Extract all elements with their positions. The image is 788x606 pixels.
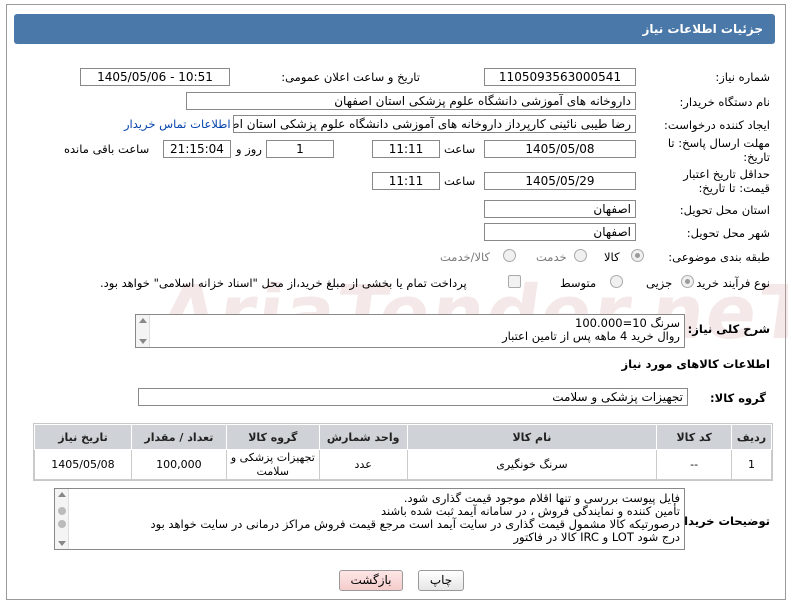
items-table: ردیف کد کالا نام کالا واحد شمارش گروه کا… [34, 424, 772, 480]
goods-group-label: گروه کالا: [710, 391, 766, 405]
treasury-note: پرداخت تمام یا بخشی از مبلغ خرید،از محل … [100, 276, 467, 290]
scroll-up-icon[interactable] [58, 492, 66, 497]
col-code: کد کالا [656, 424, 733, 450]
remaining-time-field[interactable]: 21:15:04 [163, 140, 231, 158]
category-radio-goods-service[interactable] [503, 249, 516, 262]
province-label: استان محل تحویل: [679, 203, 770, 217]
cell-group: تجهیزات پزشکی و سلامت [225, 449, 320, 480]
category-option-goods-service: کالا/خدمت [440, 250, 491, 264]
category-option-goods: کالا [604, 250, 620, 264]
city-field[interactable]: اصفهان [484, 223, 636, 241]
creator-label: ایجاد کننده درخواست: [664, 118, 770, 132]
process-radio-medium[interactable] [610, 275, 623, 288]
reply-time-label: ساعت [444, 142, 476, 156]
reply-time-field[interactable]: 11:11 [372, 140, 440, 158]
category-radio-service[interactable] [574, 249, 587, 262]
description-textarea[interactable]: سرنگ 10=100.000 روال خرید 4 ماهه پس از ت… [135, 314, 685, 348]
table-row[interactable]: 1 -- سرنگ خونگیری عدد تجهیزات پزشکی و سل… [34, 449, 772, 480]
scroll-up-icon[interactable] [139, 318, 147, 323]
reply-deadline-label: مهلت ارسال پاسخ: تا تاریخ: [667, 136, 770, 164]
col-quantity: تعداد / مقدار [130, 424, 227, 450]
cell-date: 1405/05/08 [34, 449, 132, 480]
buyer-notes-textarea[interactable]: فایل پیوست بررسی و تنها اقلام موجود قیمت… [54, 488, 685, 550]
category-label: طبقه بندی موضوعی: [668, 250, 770, 264]
col-unit: واحد شمارش [318, 424, 408, 450]
buyer-notes-label: توضیحات خریدار: [672, 514, 770, 528]
creator-field[interactable]: رضا طیبی نائینی کارپرداز داروخانه های آم… [233, 115, 636, 133]
buyer-org-field[interactable]: داروخانه های آموزشی دانشگاه علوم پزشکی ا… [186, 92, 636, 110]
announce-field[interactable]: 1405/05/06 - 10:51 [80, 68, 230, 86]
cell-quantity: 100,000 [130, 449, 227, 480]
scroll-thumb-icon[interactable] [58, 507, 66, 515]
print-button[interactable]: چاپ [418, 570, 464, 591]
cell-code: -- [656, 449, 733, 480]
page-title: جزئیات اطلاعات نیاز [642, 22, 763, 36]
scroll-down-icon[interactable] [139, 339, 147, 344]
goods-info-title: اطلاعات کالاهای مورد نیاز [621, 357, 770, 371]
cell-name: سرنگ خونگیری [406, 449, 658, 480]
back-button[interactable]: بازگشت [339, 570, 403, 591]
description-label: شرح کلی نیاز: [687, 322, 770, 336]
need-number-label: شماره نیاز: [715, 70, 770, 84]
col-name: نام کالا [406, 424, 658, 450]
category-radio-goods[interactable] [631, 249, 644, 262]
col-group: گروه کالا [225, 424, 320, 450]
reply-days-field[interactable]: 1 [266, 140, 334, 158]
contact-buyer-link[interactable]: اطلاعات تماس خریدار [124, 117, 231, 131]
description-scrollbar[interactable] [136, 315, 150, 347]
scroll-thumb-icon[interactable] [58, 520, 66, 528]
table-header-row: ردیف کد کالا نام کالا واحد شمارش گروه کا… [34, 424, 772, 450]
scroll-down-icon[interactable] [58, 541, 66, 546]
remaining-label: ساعت باقی مانده [64, 142, 150, 156]
price-time-field[interactable]: 11:11 [372, 172, 440, 190]
cell-row: 1 [731, 449, 772, 480]
notes-scrollbar[interactable] [55, 489, 69, 549]
goods-group-field[interactable]: تجهیزات پزشکی و سلامت [138, 388, 688, 406]
col-row: ردیف [731, 424, 772, 450]
col-date: تاریخ نیاز [34, 424, 132, 450]
province-field[interactable]: اصفهان [484, 200, 636, 218]
notes-line: درج شود LOT و IRC کالا در فاکتور [513, 530, 680, 544]
price-date-field[interactable]: 1405/05/29 [484, 172, 636, 190]
city-label: شهر محل تحویل: [686, 226, 770, 240]
category-option-service: خدمت [536, 250, 567, 264]
cell-unit: عدد [318, 449, 408, 480]
treasury-checkbox[interactable] [508, 275, 521, 288]
need-number-field[interactable]: 1105093563000541 [484, 68, 636, 86]
price-deadline-label: حداقل تاریخ اعتبار قیمت: تا تاریخ: [683, 167, 770, 195]
description-line: روال خرید 4 ماهه پس از تامین اعتبار [502, 329, 680, 343]
process-radio-minor[interactable] [681, 275, 694, 288]
days-label: روز و [236, 142, 262, 156]
reply-date-field[interactable]: 1405/05/08 [484, 140, 636, 158]
price-time-label: ساعت [444, 174, 476, 188]
process-option-medium: متوسط [560, 276, 597, 290]
title-bar: جزئیات اطلاعات نیاز [14, 14, 775, 44]
process-option-minor: جزیی [646, 276, 673, 290]
announce-label: تاریخ و ساعت اعلان عمومی: [281, 70, 420, 84]
buyer-org-label: نام دستگاه خریدار: [679, 95, 770, 109]
process-label: نوع فرآیند خرید : [688, 276, 770, 290]
